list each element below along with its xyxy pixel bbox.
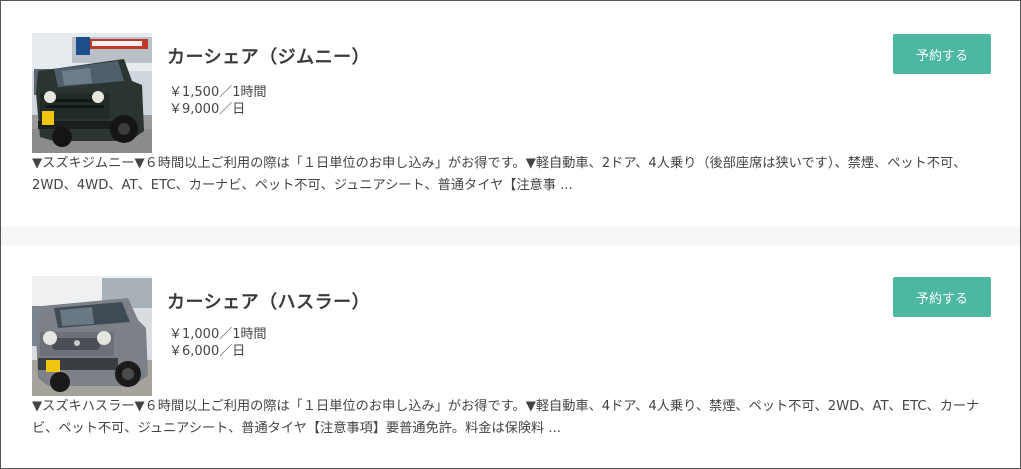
card-divider bbox=[1, 227, 1020, 245]
car-photo-hustler[interactable] bbox=[32, 276, 152, 396]
car-photo-jimny[interactable] bbox=[32, 33, 152, 153]
car-photo-hustler-image bbox=[32, 276, 152, 396]
car-photo-jimny-image bbox=[32, 33, 152, 153]
listing-description: ▼スズキハスラー▼６時間以上ご利用の際は「１日単位のお申し込み」がお得です。▼軽… bbox=[32, 399, 980, 436]
listing-title[interactable]: カーシェア（ハスラー） bbox=[167, 288, 370, 314]
listing-title[interactable]: カーシェア（ジムニー） bbox=[167, 43, 370, 69]
listing-description: ▼スズキジムニー▼６時間以上ご利用の際は「１日単位のお申し込み」がお得です。▼軽… bbox=[32, 156, 967, 193]
daily-price: ￥6,000／日 bbox=[169, 344, 246, 359]
reserve-button[interactable]: 予約する bbox=[893, 277, 991, 317]
daily-price: ￥9,000／日 bbox=[169, 102, 246, 117]
listing-card: カーシェア（ハスラー） ￥1,000／1時間 ￥6,000／日 予約する ▼スズ… bbox=[1, 245, 1020, 468]
reserve-button[interactable]: 予約する bbox=[893, 34, 991, 74]
listing-page: カーシェア（ジムニー） ￥1,500／1時間 ￥9,000／日 予約する ▼スズ… bbox=[0, 0, 1021, 469]
listing-card: カーシェア（ジムニー） ￥1,500／1時間 ￥9,000／日 予約する ▼スズ… bbox=[1, 1, 1020, 227]
